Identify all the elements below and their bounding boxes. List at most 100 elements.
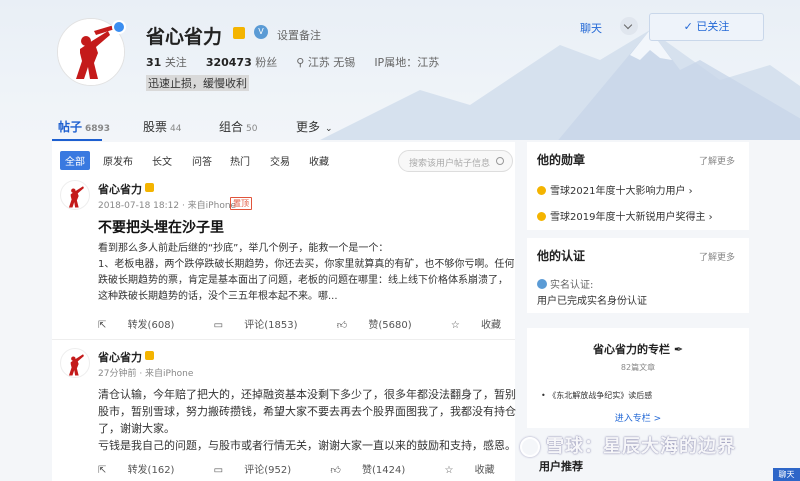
favorite-label: 收藏 <box>474 465 495 476</box>
filter-favorites[interactable]: 收藏 <box>309 153 329 168</box>
floating-chat-button[interactable]: 聊天 <box>773 468 800 481</box>
post-meta: 27分钟前 · 来自iPhone <box>98 369 194 379</box>
post-actions: ⇱ 转发(162) ▭ 评论(952) 👍︎ 赞(1424) ☆ 收藏 <box>98 461 531 476</box>
tab-portfolios-label: 组合 <box>219 120 244 134</box>
followers-count[interactable]: 320473 <box>206 56 252 69</box>
set-note-link[interactable]: 设置备注 <box>277 27 321 43</box>
profile-ip-location: IP属地：江苏 <box>374 56 440 69</box>
auth-card: 他的认证 了解更多 实名认证: 用户已完成实名身份认证 <box>527 238 749 313</box>
filter-qa[interactable]: 问答 <box>192 153 212 168</box>
repost-label: 转发(608) <box>127 320 175 331</box>
post-author-name[interactable]: 省心省力 <box>98 181 142 197</box>
post-meta: 2018-07-18 18:12 · 来自iPhone <box>98 201 237 211</box>
medal-label: 雪球2021年度十大影响力用户 <box>550 186 686 197</box>
like-button[interactable]: 👍︎ 赞(5680) <box>337 320 430 331</box>
favorite-button[interactable]: ☆ 收藏 <box>444 465 512 476</box>
post-divider <box>52 339 515 340</box>
repost-label: 转发(162) <box>127 465 175 476</box>
column-enter-link[interactable]: 进入专栏 > <box>527 411 749 424</box>
post-title[interactable]: 不要把头埋在沙子里 <box>98 217 224 237</box>
column-card: 省心省力的专栏 ✒ 82篇文章 • 《东北解放战争纪实》读后感 进入专栏 > <box>527 328 749 428</box>
tab-stocks-label: 股票 <box>143 120 168 134</box>
comment-label: 评论(952) <box>244 465 292 476</box>
column-title-text: 省心省力的专栏 <box>592 343 670 356</box>
more-options-button[interactable] <box>620 17 638 35</box>
post-line: 了，谢谢大家。 <box>98 422 175 435</box>
chat-button[interactable]: 聊天 <box>580 20 602 36</box>
column-article-count: 82篇文章 <box>620 363 656 372</box>
check-icon: ✓ <box>683 20 697 33</box>
crown-icon <box>233 27 245 39</box>
member-badge-icon: V <box>254 25 268 39</box>
post-body[interactable]: 清仓认输，今年赔了把大的，还掉融资基本没剩下多少了，很多年都没法翻身了，暂别 股… <box>98 386 516 454</box>
tab-portfolios-count: 50 <box>246 124 258 134</box>
like-button[interactable]: 👍︎ 赞(1424) <box>330 465 423 476</box>
tab-posts[interactable]: 帖子 6893 <box>58 118 110 135</box>
post-search-input[interactable]: 搜索该用户帖子信息 <box>398 150 513 172</box>
tab-posts-count: 6893 <box>85 124 111 134</box>
column-title[interactable]: 省心省力的专栏 ✒ <box>527 341 749 357</box>
column-article[interactable]: • 《东北解放战争纪实》读后感 <box>541 390 652 401</box>
repost-button[interactable]: ⇱ 转发(608) <box>98 320 192 331</box>
post-filters: 全部 原发布 长文 问答 热门 交易 收藏 搜索该用户帖子信息 <box>52 150 515 172</box>
column-article-title: 《东北解放战争纪实》读后感 <box>548 391 653 400</box>
tab-more-label: 更多 <box>296 120 321 134</box>
comment-button[interactable]: ▭ 评论(1853) <box>214 320 316 331</box>
medal-icon <box>537 212 546 221</box>
medal-item[interactable]: 雪球2021年度十大影响力用户 › <box>537 182 693 197</box>
followers-label[interactable]: 粉丝 <box>255 56 277 69</box>
repost-button[interactable]: ⇱ 转发(162) <box>98 465 192 476</box>
following-label[interactable]: 关注 <box>165 56 187 69</box>
watermark-text: 雪球：星辰大海的边界 <box>546 436 736 457</box>
profile-tabs: 帖子 6893 股票 44 组合 50 更多 ⌄ <box>0 110 800 142</box>
auth-icon <box>537 279 547 289</box>
sidebar: 他的勋章 了解更多 雪球2021年度十大影响力用户 › 雪球2019年度十大新锐… <box>527 142 749 481</box>
filter-original[interactable]: 原发布 <box>103 153 133 168</box>
tab-stocks[interactable]: 股票 44 <box>143 118 181 135</box>
post-line: 股市，暂别雪球，努力搬砖攒钱，希望大家不要去再去个股界面图我了，我都没有持仓 <box>98 405 516 418</box>
medals-card: 他的勋章 了解更多 雪球2021年度十大影响力用户 › 雪球2019年度十大新锐… <box>527 142 749 230</box>
profile-username: 省心省力 <box>146 26 223 48</box>
tab-portfolios[interactable]: 组合 50 <box>219 118 257 135</box>
followed-button[interactable]: ✓ 已关注 <box>649 13 764 41</box>
following-count[interactable]: 31 <box>146 56 161 69</box>
avatar-figure-icon <box>68 354 84 376</box>
post-line: 看到那么多人前赴后继的“抄底”，举几个例子，能救一个是一个： <box>98 243 389 254</box>
medals-more-link[interactable]: 了解更多 <box>699 154 735 167</box>
share-icon: ⇱ <box>98 465 110 476</box>
verified-badge-icon <box>112 20 126 34</box>
tab-more[interactable]: 更多 ⌄ <box>296 118 333 135</box>
comment-button[interactable]: ▭ 评论(952) <box>214 465 310 476</box>
auth-text: 用户已完成实名身份认证 <box>537 296 647 307</box>
crown-icon <box>145 183 154 192</box>
favorite-label: 收藏 <box>480 320 501 331</box>
post-line: 跌破长期趋势的票，肯定是基本面出了问题，老板的问题在哪里：线上线下价格体系崩溃了… <box>98 275 508 286</box>
location-pin-icon: ⚲ <box>296 56 305 69</box>
pen-icon: ✒ <box>673 343 684 356</box>
auth-more-link[interactable]: 了解更多 <box>699 250 735 263</box>
share-icon: ⇱ <box>98 320 110 331</box>
filter-trade[interactable]: 交易 <box>270 153 290 168</box>
chevron-down-icon: ⌄ <box>325 124 333 134</box>
auth-label-text: 实名认证: <box>550 280 594 291</box>
filter-all[interactable]: 全部 <box>60 151 90 170</box>
post-author-avatar[interactable] <box>60 180 90 210</box>
recommend-title: 用户推荐 <box>539 460 583 473</box>
filter-hot[interactable]: 热门 <box>230 153 250 168</box>
profile-location: 江苏 无锡 <box>307 56 356 69</box>
star-icon: ☆ <box>444 465 457 476</box>
post-body[interactable]: 看到那么多人前赴后继的“抄底”，举几个例子，能救一个是一个： 1、老板电器，两个… <box>98 241 514 305</box>
medal-icon <box>537 186 546 195</box>
like-label: 赞(5680) <box>368 320 412 331</box>
search-icon <box>496 157 504 165</box>
pinned-badge: 置顶 <box>230 197 252 210</box>
filter-long[interactable]: 长文 <box>152 153 172 168</box>
medal-item[interactable]: 雪球2019年度十大新锐用户奖得主 › <box>537 208 713 223</box>
profile-bio: 迅速止损，缓慢收利 <box>146 75 249 91</box>
favorite-button[interactable]: ☆ 收藏 <box>451 320 519 331</box>
post-author-avatar[interactable] <box>60 348 90 378</box>
active-tab-indicator <box>52 139 102 141</box>
thumbs-up-icon: 👍︎ <box>330 465 344 476</box>
comment-label: 评论(1853) <box>244 320 298 331</box>
post-author-name[interactable]: 省心省力 <box>98 349 142 365</box>
